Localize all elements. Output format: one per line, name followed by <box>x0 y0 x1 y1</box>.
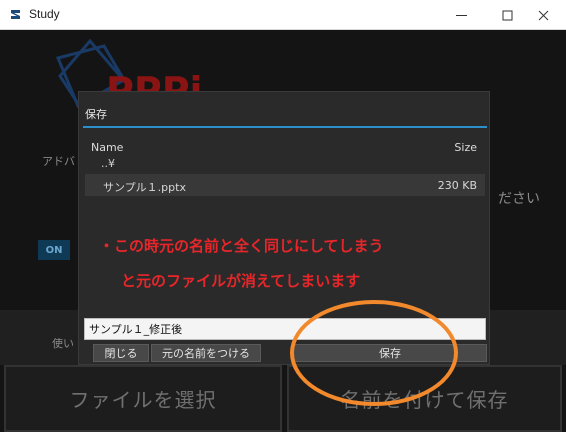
column-header-name[interactable]: Name <box>91 141 123 154</box>
parent-directory-item[interactable]: ..¥ <box>101 157 115 170</box>
dialog-title: 保存 <box>85 108 107 121</box>
minimize-button[interactable] <box>438 0 484 30</box>
window-title: Study <box>29 7 60 21</box>
warning-note-line-1: ・この時元の名前と全く同じにしてしまう <box>99 237 384 255</box>
file-name: サンプル１.pptx <box>103 181 186 194</box>
title-divider <box>83 126 487 128</box>
app-icon <box>11 10 20 19</box>
close-window-button[interactable] <box>520 0 566 30</box>
on-toggle[interactable]: ON <box>38 240 70 260</box>
minimize-icon <box>455 14 467 16</box>
warning-note-line-2: と元のファイルが消えてしまいます <box>121 272 361 290</box>
title-bar: Study <box>0 0 566 30</box>
filename-input[interactable] <box>84 318 486 340</box>
select-file-button[interactable]: ファイルを選択 <box>4 365 282 432</box>
close-button[interactable]: 閉じる <box>93 344 149 362</box>
save-button[interactable]: 保存 <box>293 344 487 362</box>
background-label: アドバ <box>42 155 75 168</box>
column-header-size[interactable]: Size <box>454 141 477 154</box>
maximize-icon <box>502 10 512 20</box>
background-label-2: 使い <box>52 337 74 350</box>
save-dialog: 保存 Name Size ..¥ サンプル１.pptx 230 KB ・この時元… <box>78 91 490 365</box>
use-original-name-button[interactable]: 元の名前をつける <box>151 344 261 362</box>
background-label-right: ださい <box>498 191 540 207</box>
save-as-button[interactable]: 名前を付けて保存 <box>287 365 562 432</box>
close-icon <box>538 10 548 20</box>
file-list-item[interactable]: サンプル１.pptx 230 KB <box>85 174 485 196</box>
file-size: 230 KB <box>437 179 477 192</box>
